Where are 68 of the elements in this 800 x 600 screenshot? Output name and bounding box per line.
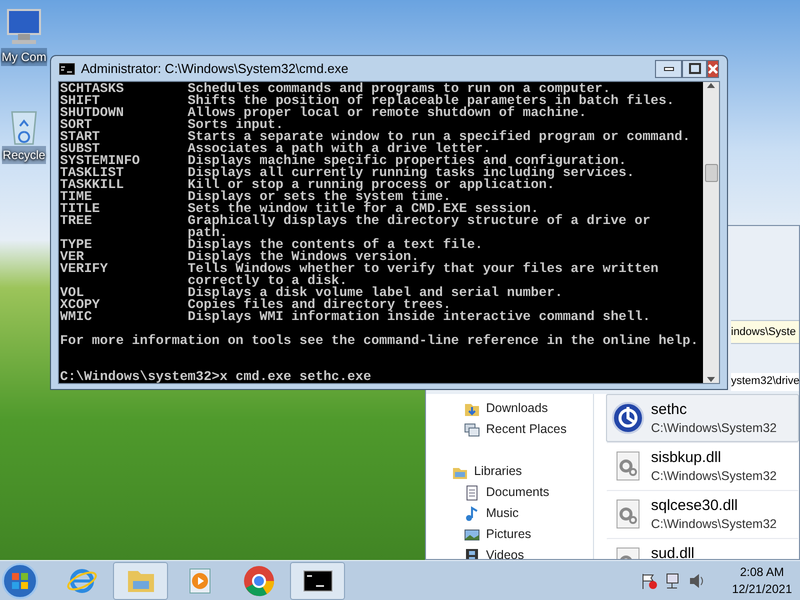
- console-line: TREE Graphically displays the directory structure of a drive or: [60, 215, 652, 227]
- nav-item[interactable]: Downloads: [486, 399, 548, 418]
- speaker-icon[interactable]: [688, 572, 706, 590]
- scrollbar[interactable]: [703, 82, 719, 383]
- close-icon: [708, 64, 718, 74]
- path-text: ystem32\drive: [731, 373, 799, 391]
- console-line: START Starts a separate window to run a specified program or command.: [60, 131, 692, 143]
- recent-places-icon: [464, 422, 480, 438]
- file-path: C:\Windows\System32: [651, 468, 777, 485]
- file-name: sethc: [651, 401, 688, 419]
- command-prompt[interactable]: C:\Windows\system32>x cmd.exe sethc.exe: [60, 371, 703, 383]
- console-icon: [59, 62, 75, 74]
- file-name: sud.dll: [651, 545, 694, 559]
- clock-time: 2:08 AM: [740, 564, 784, 580]
- search-result[interactable]: sethc C:\Windows\System32: [606, 394, 799, 442]
- maximize-icon: [688, 63, 700, 74]
- console-line: SCHTASKS Schedules commands and programs to run on a computer.: [60, 83, 611, 95]
- file-path: C:\Windows\System32: [651, 420, 777, 437]
- maximize-button[interactable]: [682, 60, 707, 78]
- nav-item[interactable]: Documents: [486, 483, 550, 502]
- desktop-icon-label[interactable]: My Com: [0, 48, 48, 66]
- minimize-button[interactable]: [655, 60, 682, 78]
- picture-icon: [464, 526, 480, 542]
- console-line: path.: [186, 227, 228, 239]
- nav-item[interactable]: Recent Places: [486, 420, 567, 439]
- nav-item[interactable]: Libraries: [474, 462, 522, 481]
- console-line: For more information on tools see the command-line reference in the online help.: [60, 335, 700, 347]
- nav-item[interactable]: Music: [486, 504, 519, 523]
- console-line: TASKKILL Kill or stop a running process or application.: [60, 179, 556, 191]
- scrollbar-thumb[interactable]: [704, 164, 718, 182]
- close-button[interactable]: [707, 60, 719, 78]
- music-note-icon: [464, 506, 480, 522]
- console-line: SORT Sorts input.: [60, 119, 284, 131]
- console-line: XCOPY Copies files and directory trees.: [60, 299, 451, 311]
- document-icon: [464, 484, 480, 500]
- scroll-down-arrow-icon[interactable]: [707, 377, 715, 383]
- console-line: VERIFY Tells Windows whether to verify that your files are written: [60, 263, 660, 275]
- search-result[interactable]: sisbkup.dll C:\Windows\System32: [606, 442, 799, 490]
- scroll-up-arrow-icon[interactable]: [707, 82, 715, 88]
- file-path: C:\Windows\System32: [651, 516, 777, 533]
- film-strip-icon: [464, 548, 480, 559]
- console-line: VOL Displays a disk volume label and serial number.: [60, 287, 564, 299]
- clock-date: 12/21/2021: [732, 580, 792, 598]
- file-name: sisbkup.dll: [651, 449, 722, 467]
- nav-item[interactable]: Pictures: [486, 525, 532, 544]
- nav-item[interactable]: Videos: [486, 546, 524, 559]
- console-line: correctly to a disk.: [186, 275, 348, 287]
- console-line: SUBST Associates a path with a drive letter.: [60, 143, 491, 155]
- minimize-icon: [664, 66, 674, 70]
- start-orb-icon[interactable]: [0, 560, 40, 600]
- address-bar[interactable]: indows\Syste: [731, 320, 799, 344]
- circle-logo-icon: [242, 564, 274, 596]
- console-line: SHUTDOWN Allows proper local or remote shutdown of machine.: [60, 107, 588, 119]
- console-line: TITLE Sets the window title for a CMD.EXE session.: [60, 203, 540, 215]
- console-line: TYPE Displays the contents of a text file.: [60, 239, 484, 251]
- console-line: SHIFT Shifts the position of replaceable parameters in batch files.: [60, 95, 676, 107]
- clock[interactable]: 2:08 AM 12/21/2021: [732, 564, 792, 598]
- dial-icon: [611, 401, 645, 435]
- taskbar-button[interactable]: [290, 562, 345, 600]
- console-line: TIME Displays or sets the system time.: [60, 191, 451, 203]
- console-line: TASKLIST Displays all currently running tasks including services.: [60, 167, 636, 179]
- search-result[interactable]: sqlcese30.dll C:\Windows\System32: [606, 490, 799, 538]
- flag-icon[interactable]: [640, 572, 658, 590]
- console-line: SYSTEMINFO Displays machine specific properties and configuration.: [60, 155, 627, 167]
- console-line: VER Displays the Windows version.: [60, 251, 420, 263]
- window-title: Administrator: C:\Windows\System32\cmd.exe: [81, 60, 350, 78]
- file-name: sqlcese30.dll: [651, 497, 739, 515]
- console-line: WMIC Displays WMI information inside interactive command shell.: [60, 311, 652, 323]
